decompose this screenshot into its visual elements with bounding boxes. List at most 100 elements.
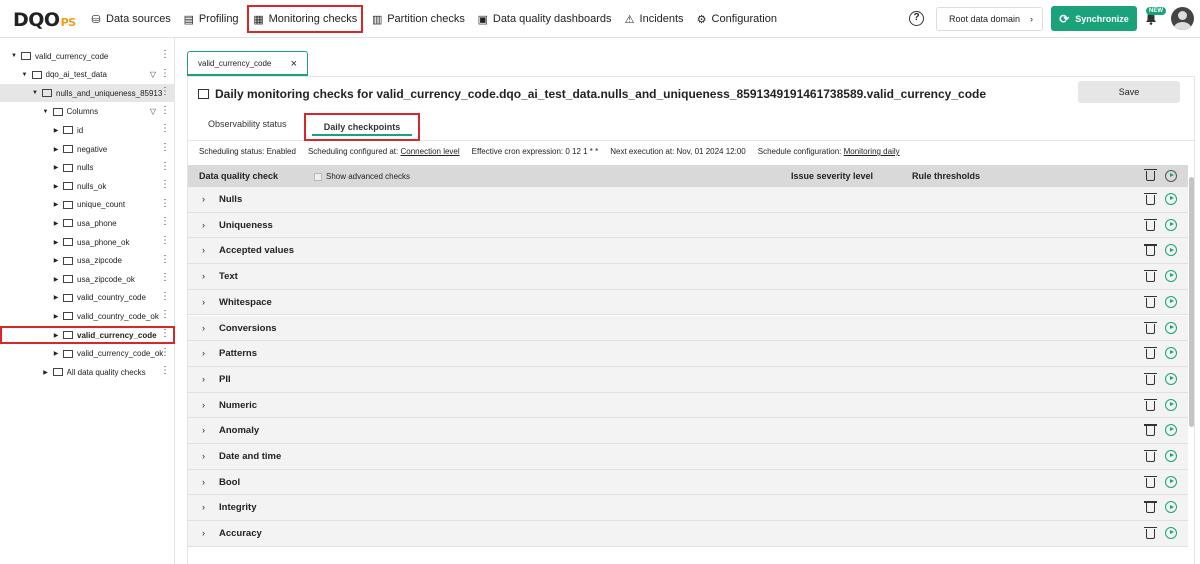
trash-icon[interactable] xyxy=(1144,295,1157,308)
chevron-right-icon[interactable]: › xyxy=(202,271,205,281)
category-row[interactable]: › Date and time xyxy=(188,444,1188,470)
checkbox[interactable] xyxy=(314,172,322,181)
caret-right-icon[interactable]: ▶ xyxy=(52,164,60,171)
kebab-menu-icon[interactable]: ⋮ xyxy=(160,273,170,283)
chevron-right-icon[interactable]: › xyxy=(202,245,205,255)
run-checks-icon[interactable] xyxy=(1165,527,1177,540)
kebab-menu-icon[interactable]: ⋮ xyxy=(160,87,170,97)
caret-down-icon[interactable]: ▼ xyxy=(21,72,29,78)
trash-icon[interactable] xyxy=(1144,424,1157,437)
trash-icon[interactable] xyxy=(1144,193,1157,205)
chevron-right-icon[interactable]: › xyxy=(202,425,205,435)
synchronize-button[interactable]: ⟳ Synchronize xyxy=(1051,6,1137,31)
tree-item[interactable]: ▶ nulls ⋮ xyxy=(0,159,175,177)
category-row[interactable]: › Conversions xyxy=(188,315,1188,342)
run-checks-icon[interactable] xyxy=(1165,270,1177,283)
category-row[interactable]: › Anomaly xyxy=(188,418,1188,444)
run-checks-icon[interactable] xyxy=(1165,321,1177,334)
tab-observability-status[interactable]: Observability status xyxy=(208,119,287,129)
connection-level-link[interactable]: Connection level xyxy=(401,147,460,156)
caret-right-icon[interactable]: ▶ xyxy=(52,294,60,301)
caret-right-icon[interactable]: ▶ xyxy=(52,257,60,264)
nav-data-sources[interactable]: ⛁ Data sources xyxy=(86,0,175,38)
trash-icon[interactable] xyxy=(1144,527,1157,540)
category-row[interactable]: › Whitespace xyxy=(188,289,1188,316)
tree-item[interactable]: ▶ valid_country_code ⋮ xyxy=(0,289,175,307)
caret-right-icon[interactable]: ▶ xyxy=(52,332,60,339)
show-advanced-checks[interactable]: Show advanced checks xyxy=(314,172,410,181)
kebab-menu-icon[interactable]: ⋮ xyxy=(160,254,170,265)
nav-incidents[interactable]: ⚠ Incidents xyxy=(620,0,688,38)
run-checks-icon[interactable] xyxy=(1165,501,1177,514)
caret-down-icon[interactable]: ▼ xyxy=(10,53,18,59)
caret-right-icon[interactable]: ▶ xyxy=(52,276,60,283)
caret-right-icon[interactable]: ▶ xyxy=(52,127,60,134)
trash-icon[interactable] xyxy=(1144,169,1157,181)
trash-icon[interactable] xyxy=(1144,450,1157,462)
dqops-logo[interactable]: DQOPS xyxy=(13,9,76,31)
tree-item[interactable]: ▼ valid_currency_code ⋮ xyxy=(0,47,175,65)
run-checks-icon[interactable] xyxy=(1165,295,1177,308)
tree-item[interactable]: ▶ usa_zipcode_ok ⋮ xyxy=(0,270,175,288)
user-avatar[interactable] xyxy=(1171,7,1194,30)
nav-configuration[interactable]: ⚙ Configuration xyxy=(692,0,781,38)
category-row[interactable]: › Integrity xyxy=(188,495,1188,522)
kebab-menu-icon[interactable]: ⋮ xyxy=(160,180,170,190)
caret-right-icon[interactable]: ▶ xyxy=(52,183,60,190)
nav-profiling[interactable]: ▤ Profiling xyxy=(179,0,243,38)
category-row[interactable]: › Patterns xyxy=(188,341,1188,367)
chevron-right-icon[interactable]: › xyxy=(202,323,205,333)
kebab-menu-icon[interactable]: ⋮ xyxy=(160,161,170,172)
caret-right-icon[interactable]: ▶ xyxy=(52,201,60,208)
tab-daily-checkpoints[interactable]: Daily checkpoints xyxy=(304,113,420,141)
tree-item[interactable]: ▶ unique_count ⋮ xyxy=(0,196,175,214)
scrollbar[interactable] xyxy=(1189,177,1194,427)
run-checks-icon[interactable] xyxy=(1165,193,1177,205)
tree-item[interactable]: ▼ Columns ▽ ⋮ xyxy=(0,103,175,121)
kebab-menu-icon[interactable]: ⋮ xyxy=(160,217,170,227)
run-checks-icon[interactable] xyxy=(1165,347,1177,360)
chevron-right-icon[interactable]: › xyxy=(202,297,205,307)
chevron-right-icon[interactable]: › xyxy=(202,348,205,358)
trash-icon[interactable] xyxy=(1144,475,1157,488)
tree-item[interactable]: ▶ id ⋮ xyxy=(0,121,175,139)
chevron-right-icon[interactable]: › xyxy=(202,374,205,384)
close-icon[interactable]: × xyxy=(291,58,297,70)
caret-right-icon[interactable]: ▶ xyxy=(52,220,60,227)
kebab-menu-icon[interactable]: ⋮ xyxy=(160,50,170,60)
monitoring-daily-link[interactable]: Monitoring daily xyxy=(844,147,900,156)
tree-item[interactable]: ▶ usa_phone_ok ⋮ xyxy=(0,233,175,251)
tab-valid-currency-code[interactable]: valid_currency_code × xyxy=(187,51,308,76)
category-row[interactable]: › PII xyxy=(188,366,1188,393)
trash-icon[interactable] xyxy=(1144,347,1157,360)
category-row[interactable]: › Nulls xyxy=(188,187,1188,213)
caret-down-icon[interactable]: ▼ xyxy=(42,109,50,115)
tree-item[interactable]: ▼ nulls_and_uniqueness_85913 ⋮ xyxy=(0,84,175,103)
kebab-menu-icon[interactable]: ⋮ xyxy=(160,329,170,339)
trash-icon[interactable] xyxy=(1144,270,1157,283)
kebab-menu-icon[interactable]: ⋮ xyxy=(160,124,170,134)
tree-item[interactable]: ▶ valid_country_code_ok ⋮ xyxy=(0,307,175,325)
tree-item[interactable]: ▶ negative ⋮ xyxy=(0,140,175,158)
nav-monitoring-checks[interactable]: ▦ Monitoring checks xyxy=(246,5,364,33)
save-button[interactable]: Save xyxy=(1078,81,1180,103)
caret-right-icon[interactable]: ▶ xyxy=(52,313,60,320)
chevron-right-icon[interactable]: › xyxy=(202,451,205,461)
category-row[interactable]: › Uniqueness xyxy=(188,212,1188,239)
kebab-menu-icon[interactable]: ⋮ xyxy=(160,291,170,302)
help-icon[interactable]: ? xyxy=(909,11,924,26)
run-checks-icon[interactable] xyxy=(1165,424,1177,437)
run-checks-icon[interactable] xyxy=(1165,218,1177,231)
filter-icon[interactable]: ▽ xyxy=(150,107,156,116)
chevron-right-icon[interactable]: › xyxy=(202,220,205,230)
trash-icon[interactable] xyxy=(1144,501,1157,514)
tree-item[interactable]: ▶ valid_currency_code_ok ⋮ xyxy=(0,345,175,363)
run-checks-icon[interactable] xyxy=(1165,450,1177,462)
root-data-domain-button[interactable]: Root data domain › xyxy=(936,7,1043,31)
chevron-right-icon[interactable]: › xyxy=(202,477,205,487)
tree-item[interactable]: ▶ valid_currency_code ⋮ xyxy=(0,326,175,344)
run-checks-icon[interactable] xyxy=(1165,398,1177,411)
run-checks-icon[interactable] xyxy=(1165,475,1177,488)
caret-right-icon[interactable]: ▶ xyxy=(52,239,60,246)
kebab-menu-icon[interactable]: ⋮ xyxy=(160,310,170,320)
